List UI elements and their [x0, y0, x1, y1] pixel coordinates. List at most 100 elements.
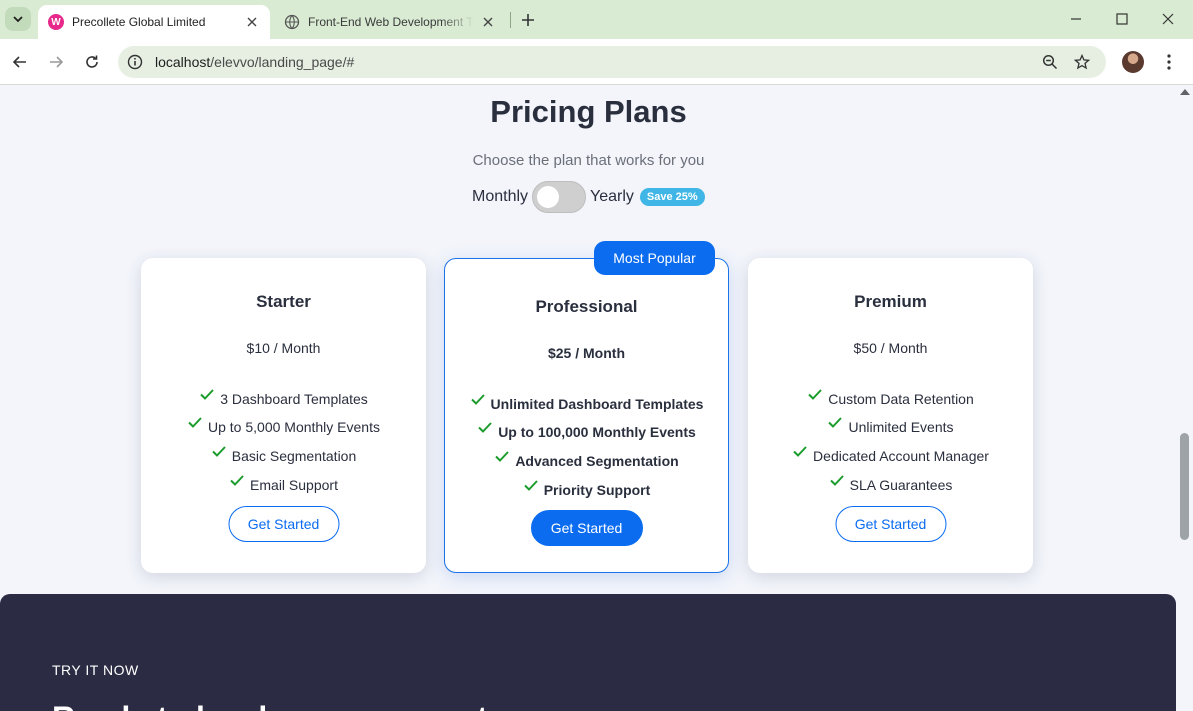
feature-text: Priority Support: [543, 481, 651, 498]
check-icon: [828, 417, 843, 429]
tab-inactive[interactable]: Front-End Web Development Ta: [276, 5, 506, 39]
toggle-knob: [537, 186, 560, 208]
zoom-button[interactable]: [1040, 52, 1060, 72]
arrow-left-icon: [12, 56, 26, 68]
plan-card-starter: Starter $10 / Month 3 Dashboard Template…: [141, 258, 426, 573]
check-icon: [188, 417, 202, 429]
section-heading: Ready to level up your agent: [52, 700, 488, 711]
scroll-thumb[interactable]: [1180, 433, 1189, 540]
feature-item: Advanced Segmentation: [445, 440, 728, 469]
feature-text: Custom Data Retention: [828, 390, 974, 407]
section-eyebrow: TRY IT NOW: [52, 662, 139, 678]
feature-text: 3 Dashboard Templates: [220, 390, 368, 407]
page-viewport: Pricing Plans Choose the plan that works…: [0, 86, 1177, 711]
url-text: localhost/elevvo/landing_page/#: [155, 54, 354, 70]
feature-item: Up to 100,000 Monthly Events: [445, 412, 728, 440]
globe-icon: [284, 14, 300, 30]
plan-name: Premium: [854, 292, 927, 311]
monthly-label: Monthly: [472, 188, 529, 205]
star-icon: [1074, 54, 1090, 70]
plan-price: $10 / Month: [246, 340, 321, 356]
browser-toolbar: localhost/elevvo/landing_page/#: [0, 39, 1193, 85]
feature-text: Dedicated Account Manager: [813, 448, 989, 465]
tab-close-button[interactable]: [244, 14, 260, 30]
w-favicon-icon: W: [48, 14, 64, 30]
check-icon: [212, 446, 226, 457]
more-vertical-icon: [1167, 54, 1171, 70]
feature-text: SLA Guarantees: [849, 476, 953, 493]
reload-icon: [86, 55, 98, 68]
feature-item: Unlimited Dashboard Templates: [445, 383, 728, 412]
feature-item: SLA Guarantees: [748, 464, 1033, 493]
feature-item: Custom Data Retention: [748, 378, 1033, 407]
feature-text: Email Support: [250, 476, 338, 493]
check-icon: [230, 475, 244, 486]
site-info-button[interactable]: [126, 53, 144, 71]
address-bar[interactable]: localhost/elevvo/landing_page/#: [118, 46, 1106, 78]
url-host: localhost: [155, 54, 211, 70]
feature-text: Unlimited Dashboard Templates: [490, 395, 704, 412]
save-badge: Save 25%: [639, 188, 705, 206]
browser-menu-button[interactable]: [1160, 51, 1178, 73]
forward-button[interactable]: [45, 51, 67, 73]
billing-toggle-row: Monthly Yearly Save 25%: [472, 181, 705, 213]
profile-avatar[interactable]: [1122, 51, 1144, 73]
feature-list: Custom Data Retention Unlimited Events D…: [748, 378, 1033, 493]
plan-price: $25 / Month: [547, 345, 625, 361]
plan-name: Professional: [535, 297, 638, 316]
get-started-button[interactable]: Get Started: [530, 510, 643, 546]
check-icon: [524, 480, 538, 491]
zoom-out-icon: [1042, 54, 1058, 70]
pricing-title: Pricing Plans: [490, 94, 687, 129]
tab-close-button[interactable]: [480, 14, 496, 30]
feature-item: Email Support: [141, 464, 426, 493]
feature-text: Advanced Segmentation: [515, 453, 679, 470]
new-tab-button[interactable]: [518, 10, 538, 30]
check-icon: [200, 389, 214, 400]
back-button[interactable]: [9, 51, 31, 73]
most-popular-badge: Most Popular: [594, 241, 715, 275]
tab-search-button[interactable]: [5, 7, 31, 31]
close-icon: [483, 17, 493, 27]
get-started-button[interactable]: Get Started: [228, 506, 339, 542]
try-it-now-section: TRY IT NOW Ready to level up your agent: [0, 594, 1176, 711]
feature-item: Up to 5,000 Monthly Events: [141, 407, 426, 436]
tab-title: Front-End Web Development Ta: [308, 15, 474, 29]
get-started-button[interactable]: Get Started: [835, 506, 946, 542]
yearly-label: Yearly: [590, 188, 634, 205]
plus-icon: [522, 14, 534, 26]
page-scrollbar[interactable]: [1177, 86, 1193, 711]
feature-text: Up to 5,000 Monthly Events: [208, 419, 380, 436]
minimize-button[interactable]: [1065, 8, 1087, 30]
reload-button[interactable]: [81, 51, 103, 73]
check-icon: [470, 394, 485, 405]
feature-list: Unlimited Dashboard Templates Up to 100,…: [445, 383, 728, 498]
feature-item: Basic Segmentation: [141, 435, 426, 464]
info-icon: [127, 54, 143, 70]
feature-text: Unlimited Events: [848, 419, 954, 436]
plan-card-professional: Professional $25 / Month Unlimited Dashb…: [444, 258, 729, 573]
tab-strip: W Precollete Global Limited Front-End We…: [0, 0, 1193, 39]
maximize-icon: [1116, 13, 1128, 25]
billing-toggle[interactable]: [532, 181, 587, 213]
maximize-button[interactable]: [1111, 8, 1133, 30]
feature-item: 3 Dashboard Templates: [141, 378, 426, 407]
check-icon: [808, 389, 822, 400]
feature-item: Unlimited Events: [748, 407, 1033, 436]
check-icon: [478, 422, 492, 434]
arrow-right-icon: [50, 56, 64, 68]
close-icon: [247, 17, 257, 27]
pricing-subtitle: Choose the plan that works for you: [472, 152, 705, 169]
scroll-up-arrow-icon[interactable]: [1180, 89, 1190, 95]
check-icon: [793, 446, 807, 457]
minimize-icon: [1071, 18, 1081, 20]
tab-separator: [510, 12, 511, 28]
check-icon: [495, 451, 510, 462]
tab-active[interactable]: W Precollete Global Limited: [38, 5, 270, 39]
url-path: /elevvo/landing_page/#: [210, 54, 355, 70]
feature-list: 3 Dashboard Templates Up to 5,000 Monthl…: [141, 378, 426, 493]
feature-item: Dedicated Account Manager: [748, 435, 1033, 464]
feature-item: Priority Support: [445, 469, 728, 498]
bookmark-button[interactable]: [1072, 52, 1092, 72]
window-close-button[interactable]: [1157, 8, 1179, 30]
